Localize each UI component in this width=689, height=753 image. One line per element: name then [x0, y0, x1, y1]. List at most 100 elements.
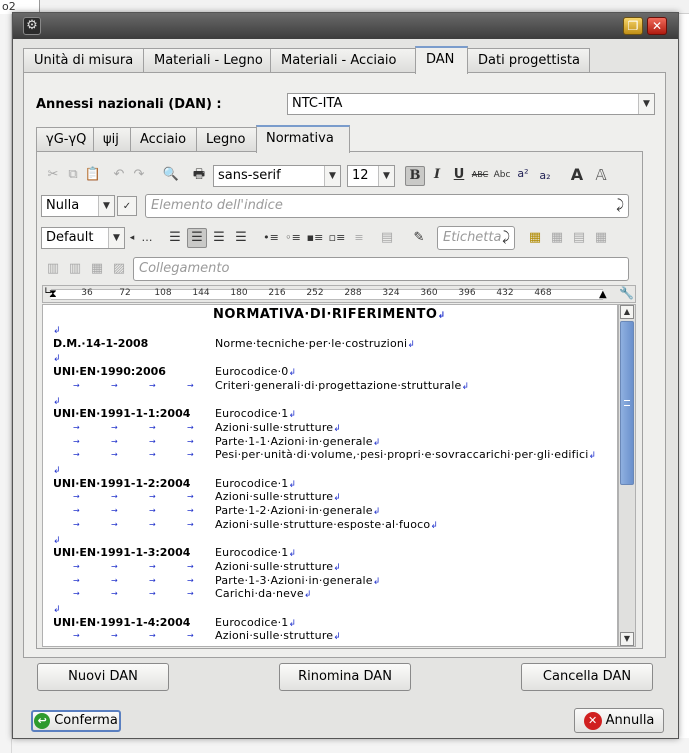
scroll-down-icon[interactable]: ▼: [620, 632, 634, 646]
subscript-button[interactable]: a₂: [535, 166, 555, 186]
link-placeholder: Collegamento: [139, 261, 230, 276]
chevron-down-icon[interactable]: ▼: [378, 166, 394, 186]
tab-arrow-icon: →: [149, 492, 156, 502]
align-left-icon[interactable]: ☰: [165, 228, 185, 248]
table-rows-icon[interactable]: ▤: [569, 228, 589, 248]
tab-arrow-icon: →: [111, 450, 118, 460]
annex-select[interactable]: NTC-ITA ▼: [287, 93, 655, 115]
underline-button[interactable]: U: [449, 165, 469, 185]
table-properties-icon[interactable]: ▦: [547, 228, 567, 248]
square-outline-list-icon[interactable]: ▫≡: [327, 228, 347, 248]
bold-button[interactable]: B: [405, 166, 425, 186]
standard-code: D.M.·14-1-2008: [53, 336, 149, 350]
font-family-select[interactable]: sans-serif ▼: [213, 165, 341, 187]
tab-materiali-legno[interactable]: Materiali - Legno: [143, 48, 271, 73]
align-right-icon[interactable]: ☰: [209, 228, 229, 248]
more-icon[interactable]: …: [139, 228, 155, 248]
tab-psi-ij[interactable]: ψij: [93, 127, 131, 152]
index-entry-input[interactable]: Elemento dell'indice ⤸: [145, 194, 629, 218]
gear-icon[interactable]: ⚙: [23, 17, 41, 35]
link-input[interactable]: Collegamento: [133, 257, 629, 281]
tab-arrow-icon: →: [111, 380, 118, 390]
paragraph-style-select[interactable]: Default ▼: [41, 227, 125, 249]
title-bar[interactable]: ⚙ ❐ ✕: [13, 13, 678, 39]
outdent-icon[interactable]: ≡: [349, 228, 369, 248]
cancel-button[interactable]: ✕ Annulla: [574, 708, 664, 733]
chevron-down-icon[interactable]: ▼: [108, 228, 124, 248]
delete-dan-button[interactable]: Cancella DAN: [521, 663, 653, 691]
indent-marker-icon[interactable]: ⧗: [49, 287, 57, 301]
right-margin-icon[interactable]: ▲: [599, 289, 607, 300]
delete-table-icon[interactable]: ▦: [591, 228, 611, 248]
index-entry-placeholder: Elemento dell'indice: [151, 198, 283, 213]
tab-arrow-icon: →: [149, 436, 156, 446]
tab-normativa[interactable]: Normativa: [256, 125, 350, 153]
label-input[interactable]: Etichetta ⤸: [437, 226, 515, 250]
spellcheck-icon[interactable]: ✓: [117, 196, 137, 216]
justify-icon[interactable]: ☰: [231, 228, 251, 248]
bullet-list-icon[interactable]: •≡: [261, 228, 281, 248]
align-center-icon[interactable]: ☰: [187, 228, 207, 248]
circle-list-icon[interactable]: ◦≡: [283, 228, 303, 248]
highlight-icon[interactable]: 𝔸: [591, 165, 611, 185]
tab-acciaio[interactable]: Acciaio: [130, 127, 197, 152]
insert-table-icon[interactable]: ▦: [525, 228, 545, 248]
tab-dati-progettista[interactable]: Dati progettista: [467, 48, 590, 73]
document-editor[interactable]: NORMATIVA·DI·RIFERIMENTO↲ ↲ D.M.·14-1-200…: [42, 304, 618, 647]
redo-icon[interactable]: ↷: [129, 165, 149, 185]
smallcaps-button[interactable]: Abc: [492, 165, 512, 185]
new-dan-button[interactable]: Nuovi DAN: [37, 663, 169, 691]
tab-arrow-icon: →: [73, 506, 80, 516]
tab-dan[interactable]: DAN: [415, 46, 468, 74]
tab-materiali-acciaio[interactable]: Materiali - Acciaio: [270, 48, 416, 73]
note-icon[interactable]: ▤: [377, 228, 397, 248]
tab-gamma-g-gamma-q[interactable]: γG-γQ: [36, 127, 94, 152]
text-color-icon[interactable]: A: [567, 165, 587, 185]
tab-arrow-icon: →: [187, 506, 194, 516]
paste-icon[interactable]: 📋: [83, 165, 103, 185]
italic-button[interactable]: I: [427, 165, 447, 185]
strikethrough-button[interactable]: ABC: [470, 165, 490, 185]
document-line: → → → → Azioni·sulle·strutture·esposte·al·fu…: [53, 518, 613, 532]
cursor-icon: ⤸: [502, 230, 510, 245]
copy-icon[interactable]: ⧉: [63, 165, 83, 185]
tab-unita-di-misura[interactable]: Unità di misura: [23, 48, 144, 73]
confirm-button[interactable]: ↩ Conferma: [31, 710, 121, 732]
table-grid-icon[interactable]: ▦: [87, 259, 107, 279]
restore-icon[interactable]: ❐: [623, 17, 643, 35]
vertical-scrollbar[interactable]: ▲ ▼: [618, 304, 636, 647]
standard-description-text: Criteri·generali·di·progettazione·strutt…: [215, 378, 462, 392]
cancel-x-icon: ✕: [583, 711, 602, 730]
font-size-select[interactable]: 12 ▼: [347, 165, 395, 187]
scroll-thumb[interactable]: [620, 321, 634, 485]
standard-description-text: Parte·1-2·Azioni·in·generale: [215, 504, 373, 518]
tab-legno[interactable]: Legno: [196, 127, 257, 152]
document-line: UNI·EN·1991-1-2:2004 Eurocodice·1↲: [53, 477, 613, 491]
tab-arrow-icon: →: [73, 589, 80, 599]
superscript-button[interactable]: a²: [513, 164, 533, 184]
close-icon[interactable]: ✕: [647, 17, 667, 35]
rename-dan-button[interactable]: Rinomina DAN: [279, 663, 411, 691]
chevron-left-icon[interactable]: ◂: [125, 228, 139, 248]
pilcrow-icon: ↲: [461, 381, 470, 392]
chevron-down-icon[interactable]: ▼: [98, 196, 114, 216]
square-list-icon[interactable]: ▪≡: [305, 228, 325, 248]
document-line: → → → → Azioni·sulle·strutture↲: [53, 560, 613, 574]
edit-note-icon[interactable]: ✎: [409, 228, 429, 248]
cut-icon[interactable]: ✂: [43, 165, 63, 185]
scroll-up-icon[interactable]: ▲: [620, 305, 634, 319]
chevron-down-icon[interactable]: ▼: [324, 166, 340, 186]
wrench-icon[interactable]: 🔧: [619, 286, 634, 300]
image-icon[interactable]: ▨: [109, 259, 129, 279]
ruler[interactable]: ∟ ⧗ ▲ 🔧 36 72 108 144 180 216 252 288 32…: [42, 285, 636, 303]
tab-arrow-icon: →: [149, 450, 156, 460]
chevron-down-icon[interactable]: ▼: [638, 94, 654, 114]
undo-icon[interactable]: ↶: [109, 165, 129, 185]
style-select[interactable]: Nulla ▼: [41, 195, 115, 217]
document-line: → → → → Parte·1-3·Azioni·in·generale↲: [53, 574, 613, 588]
merge-cells-icon[interactable]: ▥: [43, 259, 63, 279]
find-icon[interactable]: 🔍: [161, 165, 181, 185]
print-icon[interactable]: 🖶: [189, 165, 209, 185]
tab-arrow-icon: →: [149, 561, 156, 571]
split-cells-icon[interactable]: ▥: [65, 259, 85, 279]
